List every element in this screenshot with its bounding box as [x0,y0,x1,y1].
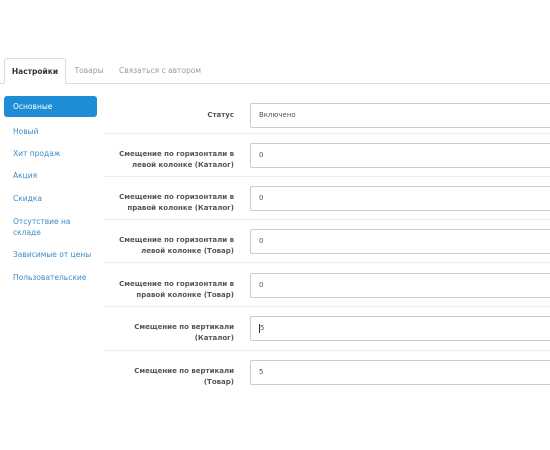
tab-settings[interactable]: Настройки [4,58,66,84]
h-offset-left-catalog-label: Смещение по горизонтали в левой колонке … [119,150,234,169]
tab-bar: Настройки Товары Связаться с автором [0,58,550,84]
h-offset-left-product-input[interactable]: 0 [250,229,550,254]
h-offset-right-product-label: Смещение по горизонтали в правой колонке… [119,280,234,299]
form-row-h-right-product: Смещение по горизонтали в правой колонке… [104,262,550,306]
tab-contact-author[interactable]: Связаться с автором [114,58,206,83]
v-offset-product-input[interactable]: 5 [250,360,550,385]
v-offset-catalog-label: Смещение по вертикали (Каталог) [134,323,234,342]
sidebar-item-promo[interactable]: Акция [4,170,97,181]
form-row-status: Статус Включено [104,94,550,133]
sidebar-item-custom[interactable]: Пользовательские [4,272,97,283]
form-row-h-left-catalog: Смещение по горизонтали в левой колонке … [104,133,550,176]
h-offset-right-product-input[interactable]: 0 [250,273,550,298]
sidebar-item-bestseller[interactable]: Хит продаж [4,148,97,159]
sidebar-item-new[interactable]: Новый [4,126,97,137]
form-row-h-right-catalog: Смещение по горизонтали в правой колонке… [104,176,550,219]
settings-page: Настройки Товары Связаться с автором Осн… [0,0,550,450]
v-offset-catalog-input[interactable]: 5 [250,316,550,341]
sidebar-item-main[interactable]: Основные [4,96,97,117]
h-offset-left-product-label: Смещение по горизонтали в левой колонке … [119,236,234,255]
h-offset-left-catalog-input[interactable]: 0 [250,143,550,168]
form-row-v-catalog: Смещение по вертикали (Каталог) 5 [104,306,550,350]
h-offset-right-catalog-label: Смещение по горизонтали в правой колонке… [119,193,234,212]
sidebar-item-price-dependent[interactable]: Зависимые от цены [4,249,97,260]
sidebar-item-discount[interactable]: Скидка [4,193,97,204]
status-select[interactable]: Включено [250,103,550,128]
tab-products[interactable]: Товары [68,58,110,83]
v-offset-product-label: Смещение по вертикали (Товар) [134,367,234,386]
status-label: Статус [207,111,234,119]
form-row-v-product: Смещение по вертикали (Товар) 5 [104,350,550,394]
form-row-h-left-product: Смещение по горизонтали в левой колонке … [104,219,550,262]
v-offset-catalog-value: 5 [260,324,265,332]
h-offset-right-catalog-input[interactable]: 0 [250,186,550,211]
sidebar-item-out-of-stock[interactable]: Отсутствие на складе [4,216,84,238]
